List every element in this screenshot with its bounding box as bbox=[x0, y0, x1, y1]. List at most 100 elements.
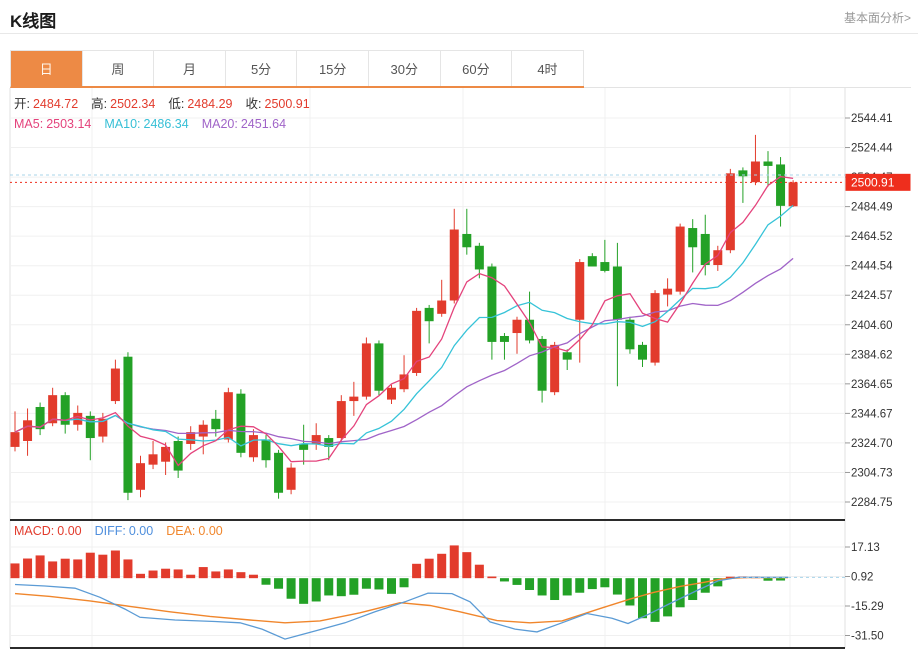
macd-bar bbox=[474, 564, 484, 579]
tab-week[interactable]: 周 bbox=[83, 51, 155, 86]
macd-bar bbox=[462, 552, 472, 579]
main-axis-tick: 2384.62 bbox=[851, 349, 893, 361]
main-axis-tick: 2304.73 bbox=[851, 467, 893, 479]
tab-60min[interactable]: 60分 bbox=[441, 51, 513, 86]
macd-bar bbox=[499, 578, 509, 582]
candle-body bbox=[650, 293, 660, 363]
macd-bar bbox=[387, 578, 396, 594]
candle-body bbox=[587, 256, 597, 267]
macd-axis-tick: 17.13 bbox=[851, 542, 880, 554]
macd-bar bbox=[600, 578, 610, 588]
macd-bar bbox=[361, 578, 371, 589]
macd-bar bbox=[374, 578, 384, 590]
macd-bar bbox=[525, 578, 535, 591]
tab-day[interactable]: 日 bbox=[11, 51, 83, 86]
candles bbox=[10, 134, 798, 501]
candle-body bbox=[399, 374, 409, 390]
candle-body bbox=[688, 228, 698, 248]
main-axis-tick: 2524.44 bbox=[851, 143, 893, 155]
macd-bar bbox=[223, 569, 233, 579]
macd-bar bbox=[625, 578, 635, 606]
tab-4hour[interactable]: 4时 bbox=[512, 51, 584, 86]
macd-bar bbox=[286, 578, 296, 599]
close-value: 收: 2500.91 bbox=[245, 97, 310, 111]
macd-bar bbox=[663, 578, 673, 617]
macd-bar bbox=[650, 578, 660, 622]
candle-body bbox=[763, 161, 773, 166]
macd-bar bbox=[236, 572, 246, 579]
y-axis-labels: 2544.412524.442504.472484.492464.522444.… bbox=[845, 113, 893, 643]
macd-axis-tick: -15.29 bbox=[851, 601, 884, 613]
macd-bar bbox=[638, 578, 647, 619]
macd-bar bbox=[537, 578, 547, 596]
ma-info-row: MA5: 2503.14 MA10: 2486.34 MA20: 2451.64 bbox=[14, 117, 299, 132]
main-axis-tick: 2424.57 bbox=[851, 290, 893, 302]
macd-bar bbox=[98, 554, 108, 579]
candle-body bbox=[374, 343, 384, 391]
macd-bar bbox=[324, 578, 334, 596]
candle-body bbox=[211, 418, 221, 430]
candle-body bbox=[148, 454, 158, 465]
candle-body bbox=[462, 233, 472, 248]
candle-body bbox=[110, 368, 120, 402]
macd-bar bbox=[412, 563, 422, 579]
macd-bar bbox=[512, 578, 522, 585]
candle-body bbox=[512, 319, 522, 334]
candle-body bbox=[136, 463, 145, 490]
macd-bar bbox=[675, 578, 685, 608]
macd-bar bbox=[550, 578, 560, 601]
macd-bar bbox=[575, 578, 585, 593]
period-tabs: 日 周 月 5分 15分 30分 60分 4时 bbox=[10, 50, 584, 88]
macd-bar bbox=[161, 568, 171, 579]
macd-bar bbox=[148, 570, 158, 579]
fundamental-analysis-link[interactable]: 基本面分析> bbox=[844, 9, 911, 26]
ma10-value: MA10: 2486.34 bbox=[104, 117, 189, 131]
candle-body bbox=[675, 226, 685, 292]
tab-30min[interactable]: 30分 bbox=[369, 51, 441, 86]
macd-bar bbox=[48, 561, 58, 579]
candle-body bbox=[663, 288, 673, 295]
ma20-value: MA20: 2451.64 bbox=[201, 117, 287, 131]
tab-15min[interactable]: 15分 bbox=[297, 51, 369, 86]
main-axis-tick: 2444.54 bbox=[851, 261, 893, 273]
macd-bar bbox=[110, 550, 120, 579]
candle-body bbox=[700, 233, 710, 266]
candle-body bbox=[474, 245, 484, 270]
macd-bar bbox=[23, 558, 33, 579]
candle-body bbox=[612, 266, 622, 320]
high-value: 高: 2502.34 bbox=[91, 97, 156, 111]
main-axis-tick: 2364.65 bbox=[851, 379, 893, 391]
candle-body bbox=[550, 344, 560, 393]
tab-5min[interactable]: 5分 bbox=[226, 51, 298, 86]
candle-body bbox=[361, 343, 371, 397]
candle-body bbox=[23, 420, 33, 441]
macd-bar bbox=[198, 567, 208, 579]
main-axis-tick: 2464.52 bbox=[851, 231, 893, 243]
macd-bar bbox=[311, 578, 321, 602]
open-value: 开: 2484.72 bbox=[14, 97, 79, 111]
macd-bar bbox=[60, 558, 70, 579]
candle-body bbox=[349, 396, 359, 402]
macd-bar bbox=[424, 558, 434, 579]
candle-body bbox=[638, 344, 647, 360]
grid-lines bbox=[9, 87, 911, 648]
candle-body bbox=[248, 435, 258, 458]
candle-body bbox=[387, 387, 396, 400]
macd-bar bbox=[487, 576, 497, 579]
macd-bar bbox=[776, 578, 786, 581]
ma5-value: MA5: 2503.14 bbox=[14, 117, 92, 131]
main-axis-tick: 2484.49 bbox=[851, 202, 893, 214]
diff-value: DIFF: 0.00 bbox=[94, 524, 154, 538]
macd-bar bbox=[186, 574, 196, 579]
macd-bar bbox=[336, 578, 346, 597]
candle-body bbox=[274, 452, 284, 493]
macd-bar bbox=[173, 569, 183, 579]
candle-body bbox=[261, 439, 271, 461]
macd-bar bbox=[587, 578, 597, 590]
macd-bar bbox=[349, 578, 359, 595]
candle-body bbox=[286, 467, 296, 490]
candle-body bbox=[499, 335, 509, 342]
macd-bar bbox=[763, 578, 773, 581]
candle-body bbox=[336, 401, 346, 439]
tab-month[interactable]: 月 bbox=[154, 51, 226, 86]
